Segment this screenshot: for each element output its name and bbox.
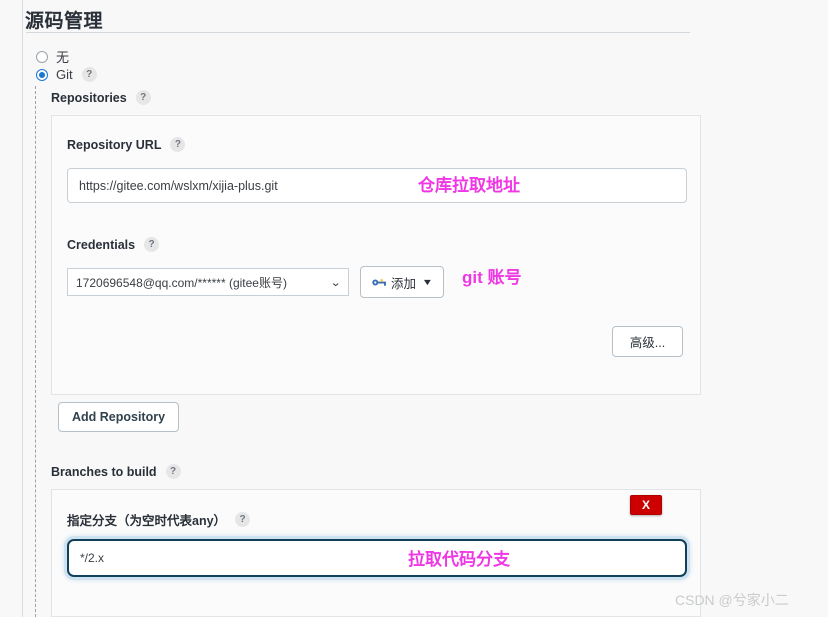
caret-down-icon: ▼ bbox=[421, 277, 434, 287]
credentials-select[interactable]: 1720696548@qq.com/****** (gitee账号) ⌄ bbox=[67, 268, 349, 296]
add-credentials-button[interactable]: 添加 ▼ bbox=[360, 266, 444, 298]
help-icon-branches[interactable]: ? bbox=[165, 464, 181, 479]
group-label-branches-text: Branches to build bbox=[51, 464, 157, 479]
field-label-credentials-text: Credentials bbox=[67, 237, 136, 252]
help-icon-credentials[interactable]: ? bbox=[144, 237, 160, 252]
field-label-branch-specifier: 指定分支（为空时代表any） ? bbox=[67, 510, 251, 529]
radio-label-git: Git bbox=[56, 67, 73, 82]
help-icon-git[interactable]: ? bbox=[81, 67, 97, 82]
delete-branch-button[interactable]: X bbox=[630, 495, 662, 515]
field-label-credentials: Credentials ? bbox=[67, 237, 160, 252]
radio-option-git[interactable]: Git ? bbox=[36, 67, 97, 82]
help-icon-repository-url[interactable]: ? bbox=[170, 137, 186, 152]
title-divider bbox=[26, 32, 690, 33]
radio-indicator-none[interactable] bbox=[36, 50, 48, 63]
advanced-button[interactable]: 高级... bbox=[612, 326, 683, 357]
help-icon-repositories[interactable]: ? bbox=[135, 90, 151, 105]
help-icon-branch-specifier[interactable]: ? bbox=[235, 512, 251, 527]
add-repository-button[interactable]: Add Repository bbox=[58, 402, 179, 432]
radio-indicator-git[interactable] bbox=[36, 68, 48, 81]
repository-panel bbox=[51, 115, 701, 395]
radio-label-none: 无 bbox=[56, 50, 70, 65]
repository-url-input[interactable]: https://gitee.com/wslxm/xijia-plus.git bbox=[67, 168, 687, 203]
key-icon bbox=[372, 277, 387, 288]
page-title: 源码管理 bbox=[25, 11, 104, 32]
git-section-dashed-guide bbox=[35, 86, 36, 617]
credentials-selected-value: 1720696548@qq.com/****** (gitee账号) bbox=[76, 275, 287, 290]
left-border-rule bbox=[22, 0, 23, 617]
group-label-repositories-text: Repositories bbox=[51, 90, 127, 105]
radio-option-none[interactable]: 无 bbox=[36, 47, 69, 66]
field-label-branch-specifier-text: 指定分支（为空时代表any） bbox=[67, 514, 227, 528]
chevron-down-icon: ⌄ bbox=[329, 276, 342, 289]
scm-configuration-page: 源码管理 无 Git ? Repositories ? Repository U… bbox=[0, 0, 828, 617]
group-label-branches-to-build: Branches to build ? bbox=[51, 464, 181, 479]
add-credentials-button-label: 添加 bbox=[391, 276, 417, 291]
branch-specifier-input[interactable]: */2.x bbox=[67, 539, 687, 577]
group-label-repositories: Repositories ? bbox=[51, 90, 151, 105]
field-label-repository-url: Repository URL ? bbox=[67, 137, 186, 152]
field-label-repository-url-text: Repository URL bbox=[67, 137, 162, 152]
